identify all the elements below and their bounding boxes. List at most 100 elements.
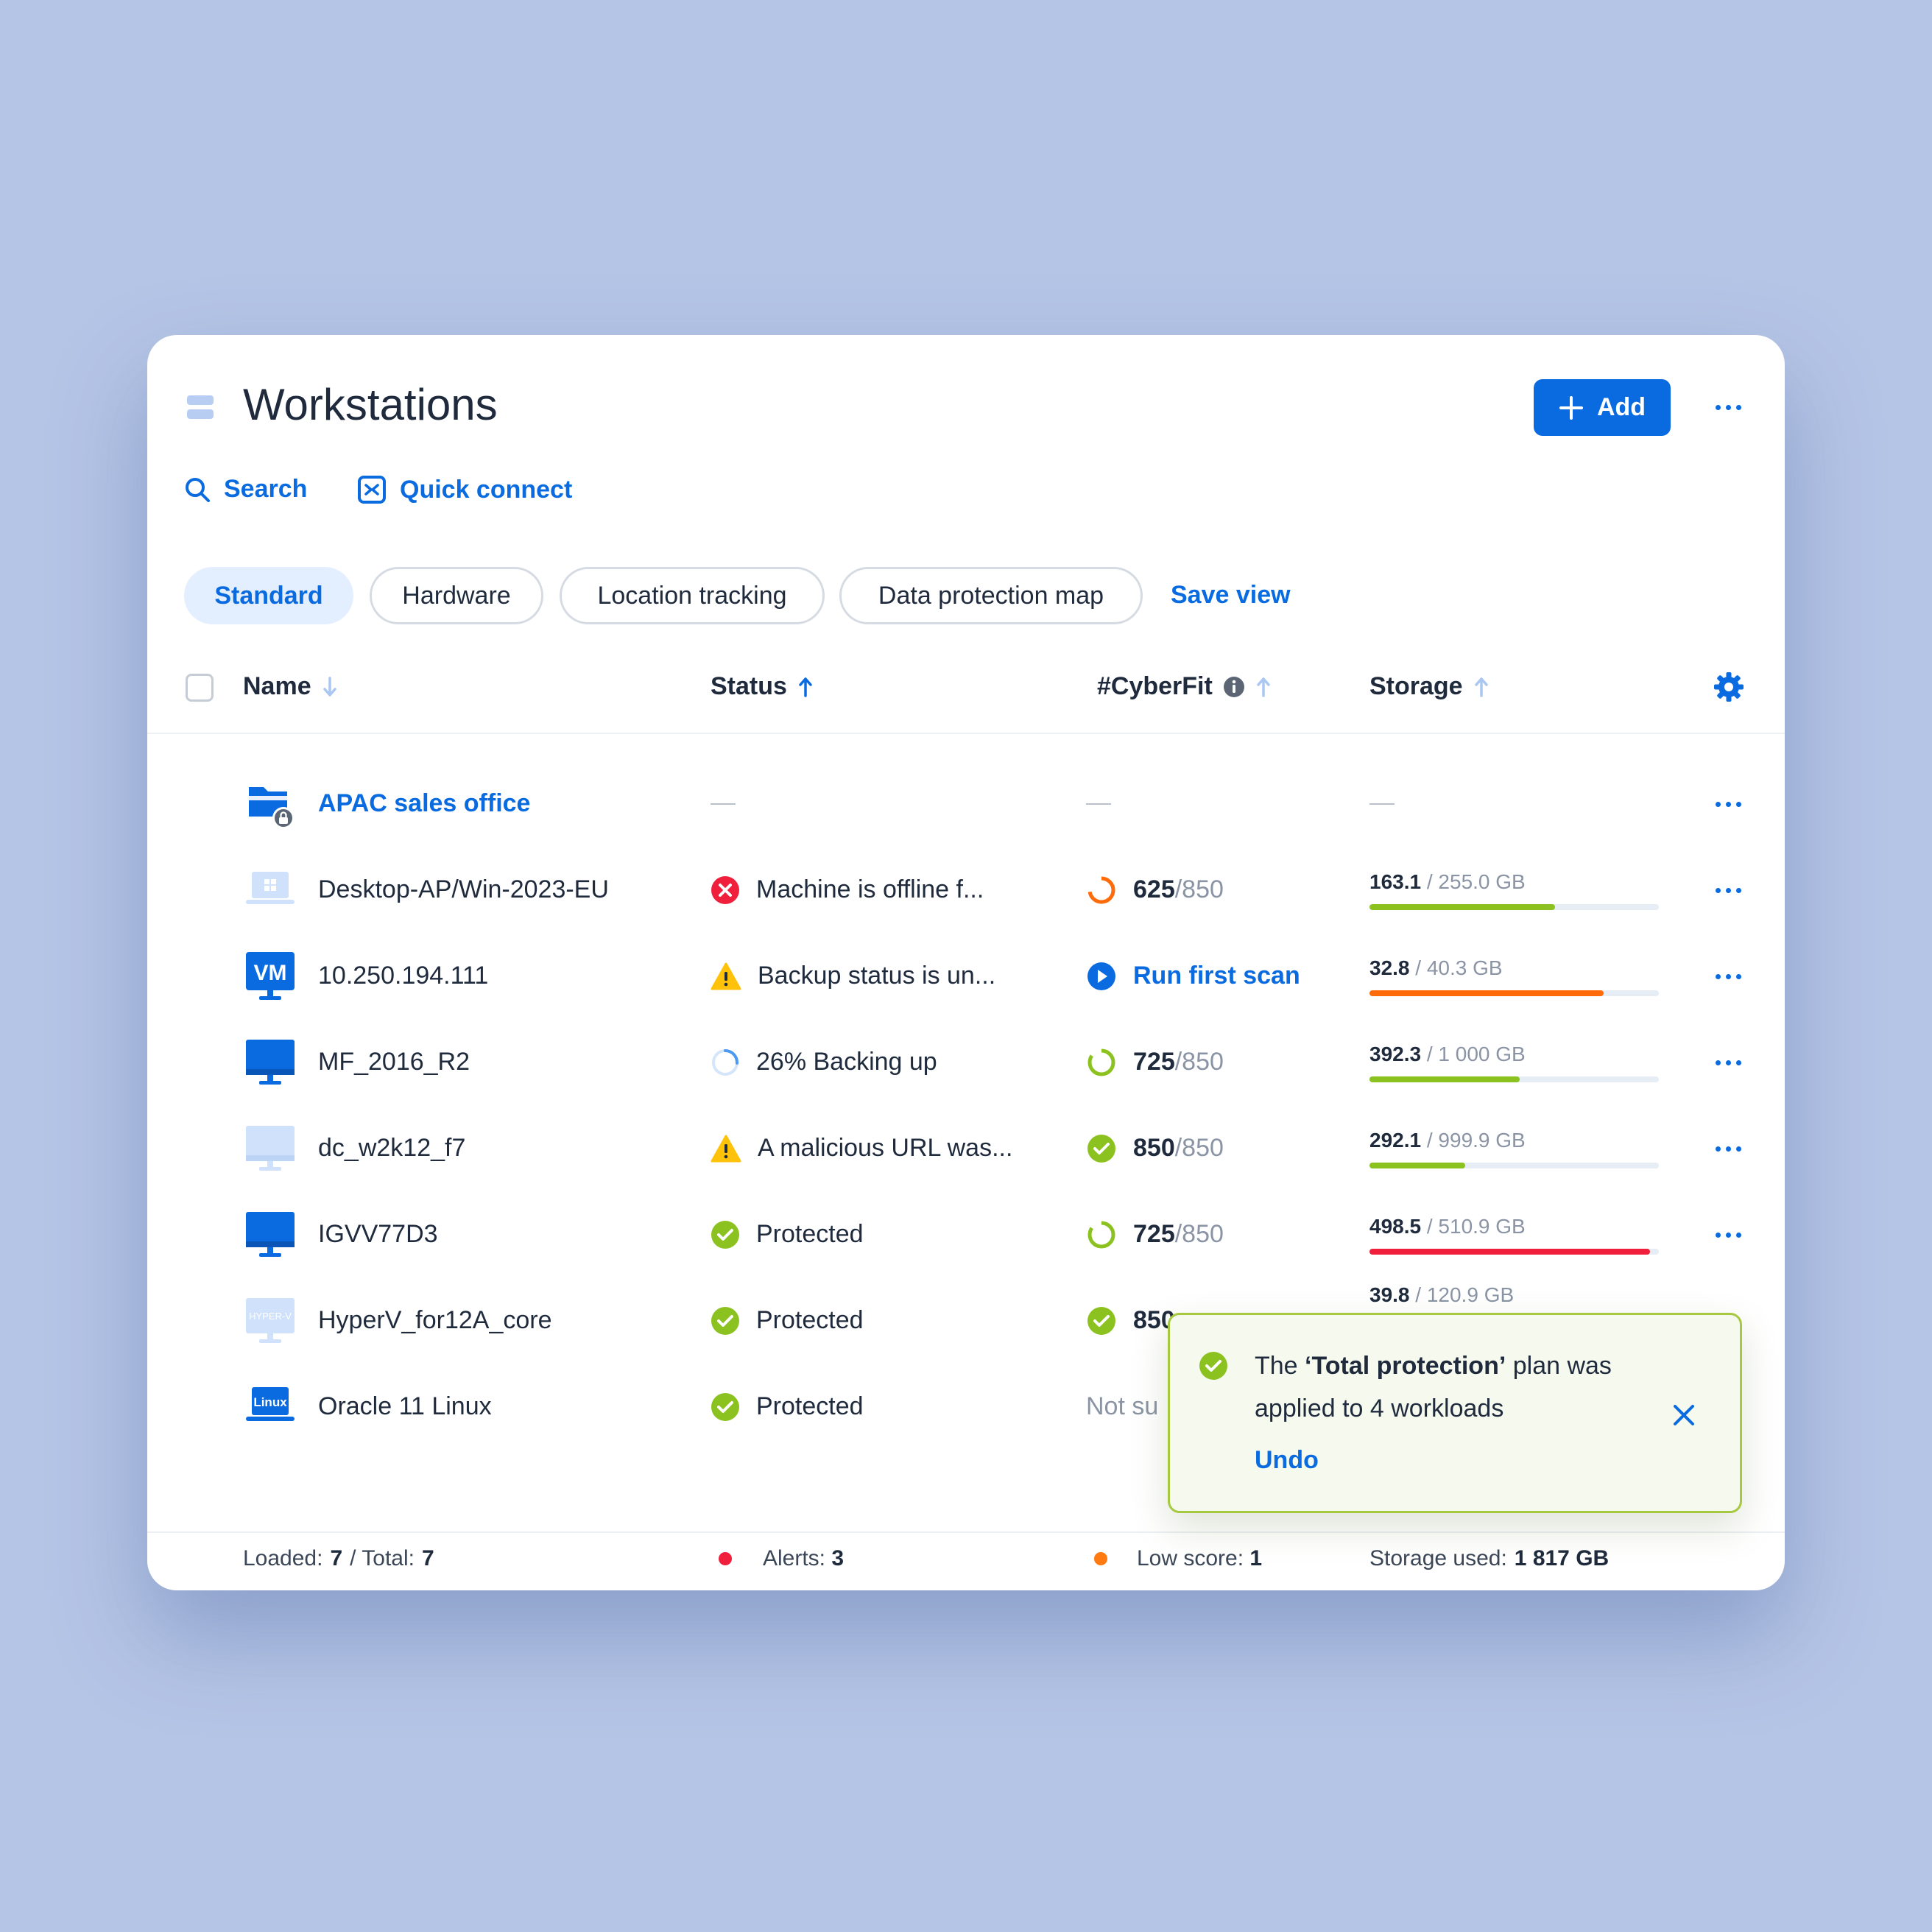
search-link[interactable]: Search [184,475,307,504]
group-name[interactable]: APAC sales office [318,789,530,818]
table-row[interactable]: MF_2016_R2 26% Backing up 725/850 392.3 … [147,1019,1785,1105]
footer-low-score: Low score: 1 [1094,1546,1262,1571]
windows-laptop-icon [243,863,297,917]
vm-icon: VM [243,949,297,1004]
storage-cell: 163.1 / 255.0 GB [1369,847,1660,933]
storage-bar-fill [1369,1076,1520,1082]
storage-cell: 498.5 / 510.9 GB [1369,1191,1660,1277]
progress-ring-icon [712,1048,738,1076]
empty-value [1086,803,1111,805]
group-row[interactable]: APAC sales office [147,761,1785,847]
score-ring-green-icon [1087,1048,1115,1076]
search-icon [186,477,210,502]
row-more-icon[interactable] [1716,802,1741,807]
search-label: Search [224,475,308,503]
table-row[interactable]: Desktop-AP/Win-2023-EU Machine is offlin… [147,847,1785,933]
storage-cell: 392.3 / 1 000 GB [1369,1019,1660,1105]
empty-value [711,803,736,805]
undo-button[interactable]: Undo [1255,1446,1319,1475]
svg-text:Linux: Linux [253,1395,287,1409]
row-status: Protected [756,1392,864,1420]
add-button-label: Add [1596,393,1646,421]
footer-storage: Storage used: 1 817 GB [1369,1546,1610,1570]
row-more-icon[interactable] [1716,974,1741,979]
tab-standard[interactable]: Standard [184,567,353,624]
tab-hardware[interactable]: Hardware [370,567,543,624]
run-first-scan-link[interactable]: Run first scan [1086,933,1300,1019]
row-name[interactable]: 10.250.194.111 [318,962,488,990]
save-view-link[interactable]: Save view [1171,581,1291,610]
play-icon [1087,962,1115,990]
low-score-dot-icon [1094,1552,1107,1565]
quick-connect-label: Quick connect [400,475,573,504]
row-status: A malicious URL was... [758,1134,1013,1162]
column-header-name[interactable]: Name [243,672,338,701]
row-name[interactable]: HyperV_for12A_core [318,1306,552,1335]
storage-bar-fill [1369,903,1555,910]
row-name[interactable]: dc_w2k12_f7 [318,1134,465,1163]
tab-location-tracking[interactable]: Location tracking [560,567,825,624]
svg-text:HYPER-V: HYPER-V [249,1311,292,1322]
sort-up-icon [1257,677,1270,697]
table-row[interactable]: VM 10.250.194.111 Backup status is un...… [147,933,1785,1019]
row-status: 26% Backing up [756,1048,937,1076]
tab-data-protection-map[interactable]: Data protection map [839,567,1143,624]
table-row[interactable]: IGVV77D3 Protected 725/850 498.5 / 510.9… [147,1191,1785,1277]
monitor-light-icon [243,1121,297,1176]
row-more-icon[interactable] [1716,1146,1741,1152]
more-options-icon[interactable] [1716,405,1741,410]
footer-loaded: Loaded: 7 / Total: 7 [243,1546,434,1570]
row-name[interactable]: Oracle 11 Linux [318,1392,492,1421]
warning-icon [711,962,741,990]
page-title: Workstations [243,380,498,429]
quick-connect-link[interactable]: Quick connect [357,475,572,504]
sort-down-icon [322,676,336,697]
check-circle-icon [711,1306,739,1335]
score-ring-green-icon [1087,1221,1115,1248]
row-name[interactable]: IGVV77D3 [318,1220,438,1249]
gear-icon[interactable] [1713,671,1744,702]
row-more-icon[interactable] [1716,1060,1741,1065]
panel-toggle-icon[interactable] [187,395,214,419]
add-button[interactable]: Add [1534,379,1671,436]
footer-alerts: Alerts: 3 [719,1546,844,1571]
storage-cell: 32.8 / 40.3 GB [1369,933,1660,1019]
row-more-icon[interactable] [1716,1233,1741,1238]
sort-up-icon [799,677,812,697]
toast-message: The ‘Total protection’ plan was applied … [1255,1352,1612,1422]
row-name[interactable]: MF_2016_R2 [318,1048,470,1076]
storage-bar [1369,1162,1659,1168]
storage-bar-fill [1369,990,1604,996]
linux-laptop-icon: Linux [243,1380,297,1434]
table-row[interactable]: dc_w2k12_f7 A malicious URL was... 850/8… [147,1105,1785,1191]
error-icon [711,875,739,904]
check-circle-icon [711,1392,739,1421]
info-icon[interactable] [1223,676,1245,698]
warning-icon [711,1135,741,1162]
column-header-storage[interactable]: Storage [1369,672,1489,701]
row-more-icon[interactable] [1716,888,1741,893]
row-score-note: Not su [1086,1392,1159,1420]
column-header-cyberfit[interactable]: #CyberFit [1097,672,1272,701]
svg-text:VM: VM [254,961,287,985]
sort-up-icon [1474,677,1488,697]
row-name[interactable]: Desktop-AP/Win-2023-EU [318,875,609,904]
column-header-status[interactable]: Status [711,672,814,701]
monitor-icon [243,1035,297,1090]
score-ring-orange-icon [1087,876,1115,903]
check-circle-icon [1087,1306,1115,1335]
success-toast: The ‘Total protection’ plan was applied … [1168,1313,1742,1513]
storage-bar [1369,1076,1659,1082]
check-circle-icon [711,1220,739,1249]
storage-bar [1369,990,1659,996]
storage-bar [1369,1248,1659,1255]
storage-bar-fill [1369,1162,1465,1168]
close-icon[interactable] [1671,1402,1697,1428]
check-circle-icon [1087,1134,1115,1163]
storage-bar-fill [1369,1248,1651,1255]
row-status: Protected [756,1306,864,1334]
row-status: Protected [756,1220,864,1248]
select-all-checkbox[interactable] [186,674,214,702]
monitor-icon [243,1208,297,1262]
quick-connect-icon [358,476,386,504]
